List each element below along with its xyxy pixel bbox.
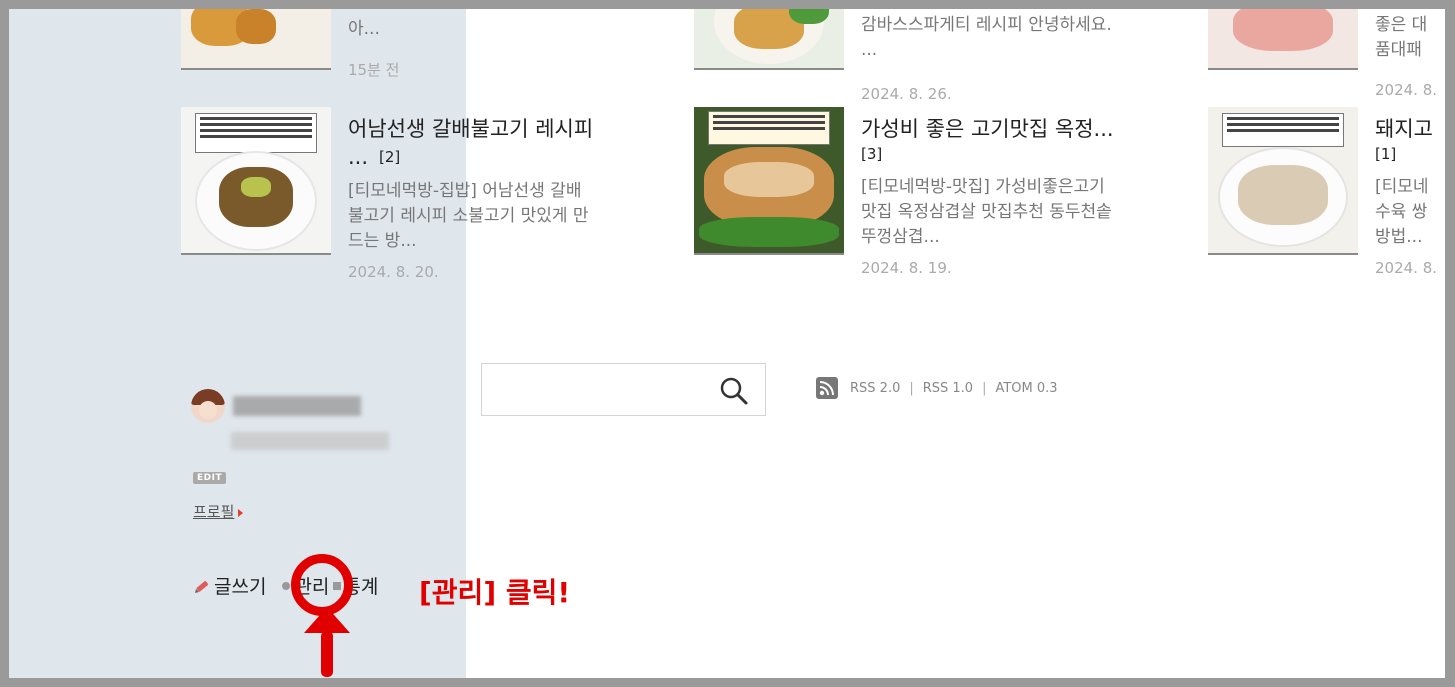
- post-card[interactable]: 어남선생 갈배불고기 레시피 ... [2] [티모네먹방-집밥] 어남선생 갈…: [181, 107, 681, 287]
- browser-frame: 아... 15분 전 감바스스파게티 레시피 안녕하세요. ... 2024. …: [9, 9, 1445, 678]
- rss1-link[interactable]: RSS 1.0: [923, 381, 973, 396]
- up-arrow-icon: [304, 607, 350, 677]
- post-thumbnail[interactable]: [181, 107, 331, 255]
- post-card[interactable]: 아... 15분 전: [181, 9, 681, 89]
- post-excerpt: [티모네먹방-집밥] 어남선생 갈배 불고기 레시피 소불고기 맛있게 만 드는…: [348, 181, 589, 251]
- comment-count: [2]: [379, 148, 401, 166]
- pencil-icon: [195, 580, 209, 593]
- comment-count: [3]: [861, 145, 883, 163]
- post-title-overflow: ...: [348, 145, 369, 169]
- post-card[interactable]: 감바스스파게티 레시피 안녕하세요. ... 2024. 8. 26.: [694, 9, 1194, 109]
- post-date: 2024. 8.: [1375, 259, 1438, 277]
- post-excerpt: [티모네먹방-맛집] 가성비좋은고기 맛집 옥정삼겹살 맛집추천 동두천솥 뚜껑…: [861, 177, 1112, 247]
- post-thumbnail[interactable]: [694, 9, 844, 70]
- separator: |: [909, 380, 914, 396]
- post-date: 2024. 8. 19.: [861, 259, 952, 277]
- post-card[interactable]: 돼지고 [1] [티모네 수육 쌍 방법... 2024. 8.: [1208, 107, 1445, 287]
- post-thumbnail[interactable]: [181, 9, 331, 70]
- profile-link[interactable]: 프로필: [193, 501, 244, 522]
- write-link[interactable]: 글쓰기: [214, 572, 266, 599]
- search-box[interactable]: [481, 363, 766, 416]
- post-excerpt: [티모네 수육 쌍 방법...: [1375, 177, 1429, 247]
- post-excerpt: 감바스스파게티 레시피 안녕하세요. ...: [861, 15, 1112, 60]
- rss2-link[interactable]: RSS 2.0: [850, 381, 900, 396]
- post-date: 2024. 8. 20.: [348, 263, 439, 281]
- separator: |: [982, 380, 987, 396]
- post-excerpt: 좋은 대 품대패: [1375, 15, 1428, 60]
- search-icon[interactable]: [719, 376, 749, 406]
- manage-icon: [282, 581, 291, 590]
- atom-link[interactable]: ATOM 0.3: [995, 381, 1057, 396]
- post-date: 2024. 8.: [1375, 81, 1438, 99]
- blog-name-redacted: [233, 396, 361, 416]
- post-title[interactable]: 어남선생 갈배불고기 레시피: [348, 115, 593, 143]
- post-title[interactable]: 가성비 좋은 고기맛집 옥정...: [861, 115, 1114, 143]
- avatar[interactable]: [191, 389, 225, 423]
- rss-icon[interactable]: [816, 377, 838, 399]
- callout-text: [관리] 클릭!: [419, 576, 571, 609]
- post-card[interactable]: 좋은 대 품대패 2024. 8.: [1208, 9, 1445, 109]
- search-input[interactable]: [490, 372, 705, 407]
- post-thumbnail[interactable]: [1208, 9, 1358, 70]
- edit-badge[interactable]: EDIT: [193, 472, 227, 484]
- post-title[interactable]: 돼지고: [1375, 115, 1433, 143]
- post-card[interactable]: 가성비 좋은 고기맛집 옥정... [3] [티모네먹방-맛집] 가성비좋은고기…: [694, 107, 1214, 287]
- post-excerpt: 아...: [348, 19, 380, 39]
- blog-id-redacted: [231, 432, 389, 450]
- post-thumbnail[interactable]: [694, 107, 844, 255]
- comment-count: [1]: [1375, 145, 1397, 163]
- post-date: 15분 전: [348, 61, 400, 79]
- feed-links: RSS 2.0 | RSS 1.0 | ATOM 0.3: [816, 376, 1058, 400]
- post-date: 2024. 8. 26.: [861, 85, 952, 103]
- post-thumbnail[interactable]: [1208, 107, 1358, 255]
- arrow-right-icon: [238, 508, 244, 517]
